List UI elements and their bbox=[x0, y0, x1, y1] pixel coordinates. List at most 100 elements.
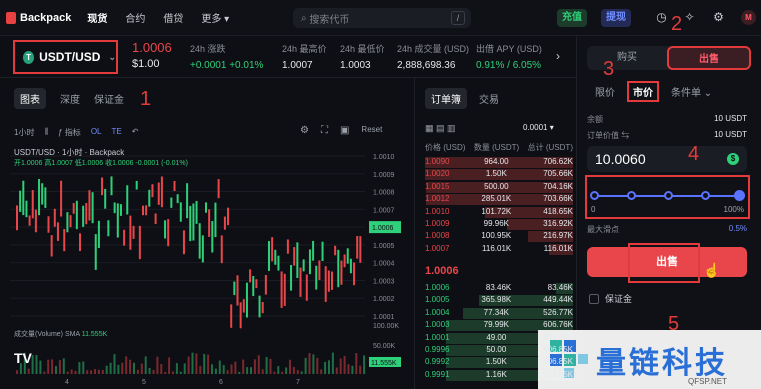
price-cell: 1.0003 bbox=[425, 320, 450, 330]
x-tick-label: 6 bbox=[219, 379, 223, 386]
candle bbox=[82, 205, 85, 227]
candle bbox=[72, 203, 75, 214]
candle bbox=[47, 216, 50, 233]
volume-bar bbox=[117, 364, 120, 374]
bid-row[interactable]: 0.9996 50.00 606.85K bbox=[425, 345, 573, 356]
tab-trades[interactable]: 交易 bbox=[479, 91, 499, 109]
ask-row[interactable]: 1.0020 1.50K 705.66K bbox=[425, 169, 573, 181]
candle bbox=[305, 274, 308, 301]
margin-checkbox[interactable] bbox=[589, 293, 599, 304]
precision-selector[interactable]: 0.0001 ▾ bbox=[523, 123, 554, 132]
bid-row[interactable]: 0.9992 1.50K 606.85K bbox=[425, 357, 573, 369]
volume-bar bbox=[199, 365, 202, 374]
sell-tab[interactable]: 出售 bbox=[667, 46, 751, 70]
orderbook-view-icons[interactable]: ▦ ▤ ▥ bbox=[425, 123, 456, 134]
pair-selector[interactable]: T USDT/USD ⌄ bbox=[13, 40, 118, 74]
ask-row[interactable]: 1.0008 100.95K 216.97K bbox=[425, 231, 573, 243]
slider-mark[interactable] bbox=[590, 191, 599, 200]
candle bbox=[293, 247, 296, 266]
nav-lend[interactable]: 借贷 bbox=[163, 10, 183, 25]
clock-icon[interactable]: ◷ bbox=[655, 11, 668, 24]
chart-title: USDT/USD · 1小时 · Backpack bbox=[14, 148, 125, 157]
buy-tab[interactable]: 购买 bbox=[587, 46, 667, 70]
chevron-right-icon[interactable]: › bbox=[556, 49, 560, 63]
candle bbox=[22, 180, 25, 216]
candle bbox=[19, 190, 22, 212]
candle bbox=[337, 249, 340, 288]
mid-price: 1.0006 bbox=[425, 265, 459, 277]
nav-spot[interactable]: 现货 bbox=[87, 10, 107, 25]
bid-row[interactable]: 1.0001 49.00 606.80K bbox=[425, 332, 573, 344]
total-cell: 449.44K bbox=[543, 295, 573, 305]
avatar[interactable]: M bbox=[741, 10, 756, 25]
deposit-button[interactable]: 充值 bbox=[557, 9, 587, 27]
nav-more[interactable]: 更多 ▾ bbox=[201, 10, 229, 25]
bid-row[interactable]: 1.0006 83.46K 83.46K bbox=[425, 283, 573, 294]
bid-row[interactable]: 1.0003 79.99K 606.76K bbox=[425, 320, 573, 332]
ask-row[interactable]: 1.0009 99.96K 316.92K bbox=[425, 219, 573, 230]
candle bbox=[189, 205, 192, 242]
amount-slider[interactable]: 0 100% bbox=[585, 175, 750, 219]
tether-icon: T bbox=[23, 50, 35, 64]
slippage-value[interactable]: 0.5% bbox=[729, 224, 747, 235]
slider-mark[interactable] bbox=[627, 191, 636, 200]
swap-icon[interactable]: ⇆ bbox=[621, 131, 629, 140]
volume-label-text: 成交量(Volume) SMA bbox=[14, 331, 80, 338]
tradingview-logo[interactable]: TV bbox=[14, 350, 32, 366]
tab-limit[interactable]: 限价 bbox=[595, 84, 615, 102]
volume-bar bbox=[136, 369, 139, 374]
candle bbox=[97, 220, 100, 249]
volume-bar bbox=[296, 370, 299, 374]
volume-bar bbox=[246, 367, 249, 374]
ask-row[interactable]: 1.0015 500.00 704.16K bbox=[425, 181, 573, 193]
candle bbox=[69, 215, 72, 228]
amount-input[interactable]: 10.0060 $ bbox=[587, 146, 747, 172]
tab-chart[interactable]: 图表 bbox=[14, 88, 46, 109]
volume-bar bbox=[152, 369, 155, 374]
tab-depth[interactable]: 深度 bbox=[60, 91, 80, 109]
stat-value: 0.91% / 6.05% bbox=[476, 60, 542, 71]
tab-orderbook[interactable]: 订单簿 bbox=[425, 88, 467, 109]
bid-row[interactable]: 1.0004 77.34K 526.77K bbox=[425, 307, 573, 319]
candle bbox=[186, 183, 189, 219]
tab-market[interactable]: 市价 bbox=[627, 81, 659, 102]
bid-row[interactable]: 1.0005 365.98K 449.44K bbox=[425, 295, 573, 307]
total-cell: 606.76K bbox=[543, 320, 573, 330]
gear-icon[interactable]: ⚙ bbox=[712, 11, 725, 24]
left-tabs: 图表 深度 保证金 bbox=[14, 88, 124, 109]
volume-bar bbox=[164, 371, 167, 374]
tab-conditional[interactable]: 条件单 ⌄ bbox=[671, 84, 712, 102]
nav-futures[interactable]: 合约 bbox=[125, 10, 145, 25]
slider-mark[interactable] bbox=[701, 191, 710, 200]
slider-handle[interactable] bbox=[734, 190, 745, 201]
volume-bar bbox=[238, 371, 241, 374]
volume-bar bbox=[144, 356, 147, 374]
slider-mark[interactable] bbox=[664, 191, 673, 200]
candle bbox=[53, 208, 56, 227]
candle bbox=[280, 271, 283, 308]
margin-toggle[interactable]: 保证金 bbox=[589, 292, 632, 305]
withdraw-button[interactable]: 提现 bbox=[601, 9, 631, 27]
candle bbox=[79, 233, 81, 252]
size-cell: 116.01K bbox=[482, 243, 512, 253]
total-cell: 216.97K bbox=[543, 231, 573, 241]
candle bbox=[138, 225, 141, 260]
sparkle-icon[interactable]: ✧ bbox=[683, 11, 696, 24]
ask-row[interactable]: 1.0007 116.01K 116.01K bbox=[425, 243, 573, 255]
volume-bar bbox=[339, 358, 342, 374]
tab-margin[interactable]: 保证金 bbox=[94, 91, 124, 109]
volume-bar bbox=[74, 370, 77, 374]
volume-bar bbox=[175, 363, 178, 374]
sell-submit-button[interactable]: 出售 ☝ bbox=[587, 243, 747, 283]
y-tick-label: 1.0008 bbox=[373, 190, 395, 197]
ask-row[interactable]: 1.0090 964.00 706.62K bbox=[425, 157, 573, 168]
ask-row[interactable]: 1.0012 285.01K 703.66K bbox=[425, 194, 573, 206]
size-cell: 1.50K bbox=[485, 357, 507, 367]
bid-row[interactable]: 0.9991 1.16K 606.85K bbox=[425, 369, 573, 381]
search-input[interactable]: ⌕ 搜索代币 / bbox=[293, 8, 471, 28]
volume-bar bbox=[335, 367, 338, 374]
ask-row[interactable]: 1.0010 101.72K 418.65K bbox=[425, 206, 573, 218]
candle bbox=[286, 239, 289, 254]
brand-logo[interactable]: Backpack bbox=[6, 11, 71, 24]
total-cell: 418.65K bbox=[543, 206, 573, 216]
